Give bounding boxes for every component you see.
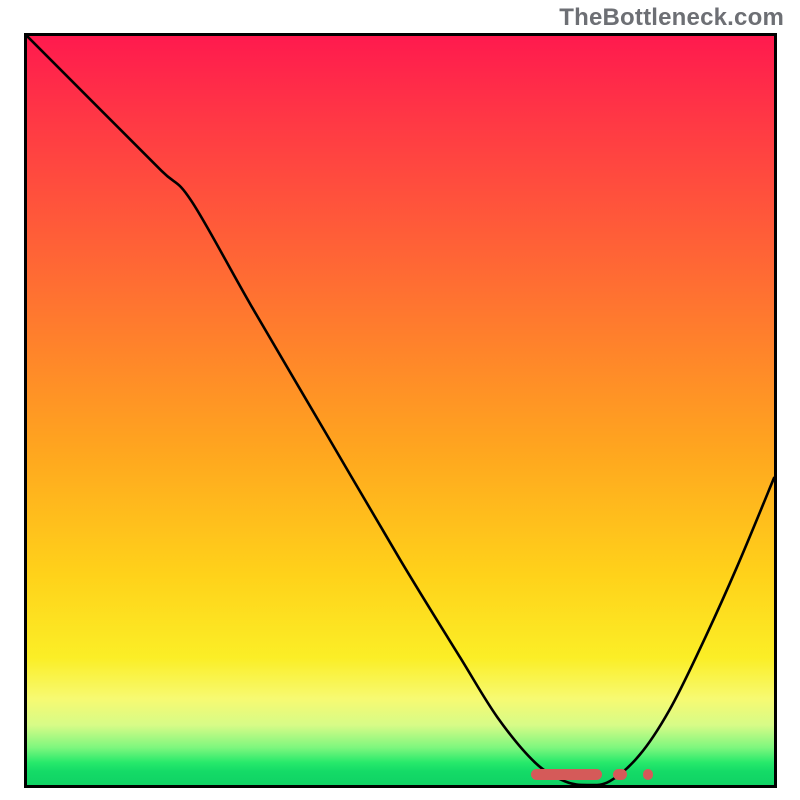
bottleneck-curve [27,36,774,785]
optimum-marker-2 [643,769,653,780]
optimum-marker-0 [531,769,602,780]
watermark-text: TheBottleneck.com [559,4,784,32]
curve-svg [27,36,774,785]
optimum-marker-1 [613,769,626,780]
plot-area [24,33,777,788]
chart-container: TheBottleneck.com [0,0,800,800]
